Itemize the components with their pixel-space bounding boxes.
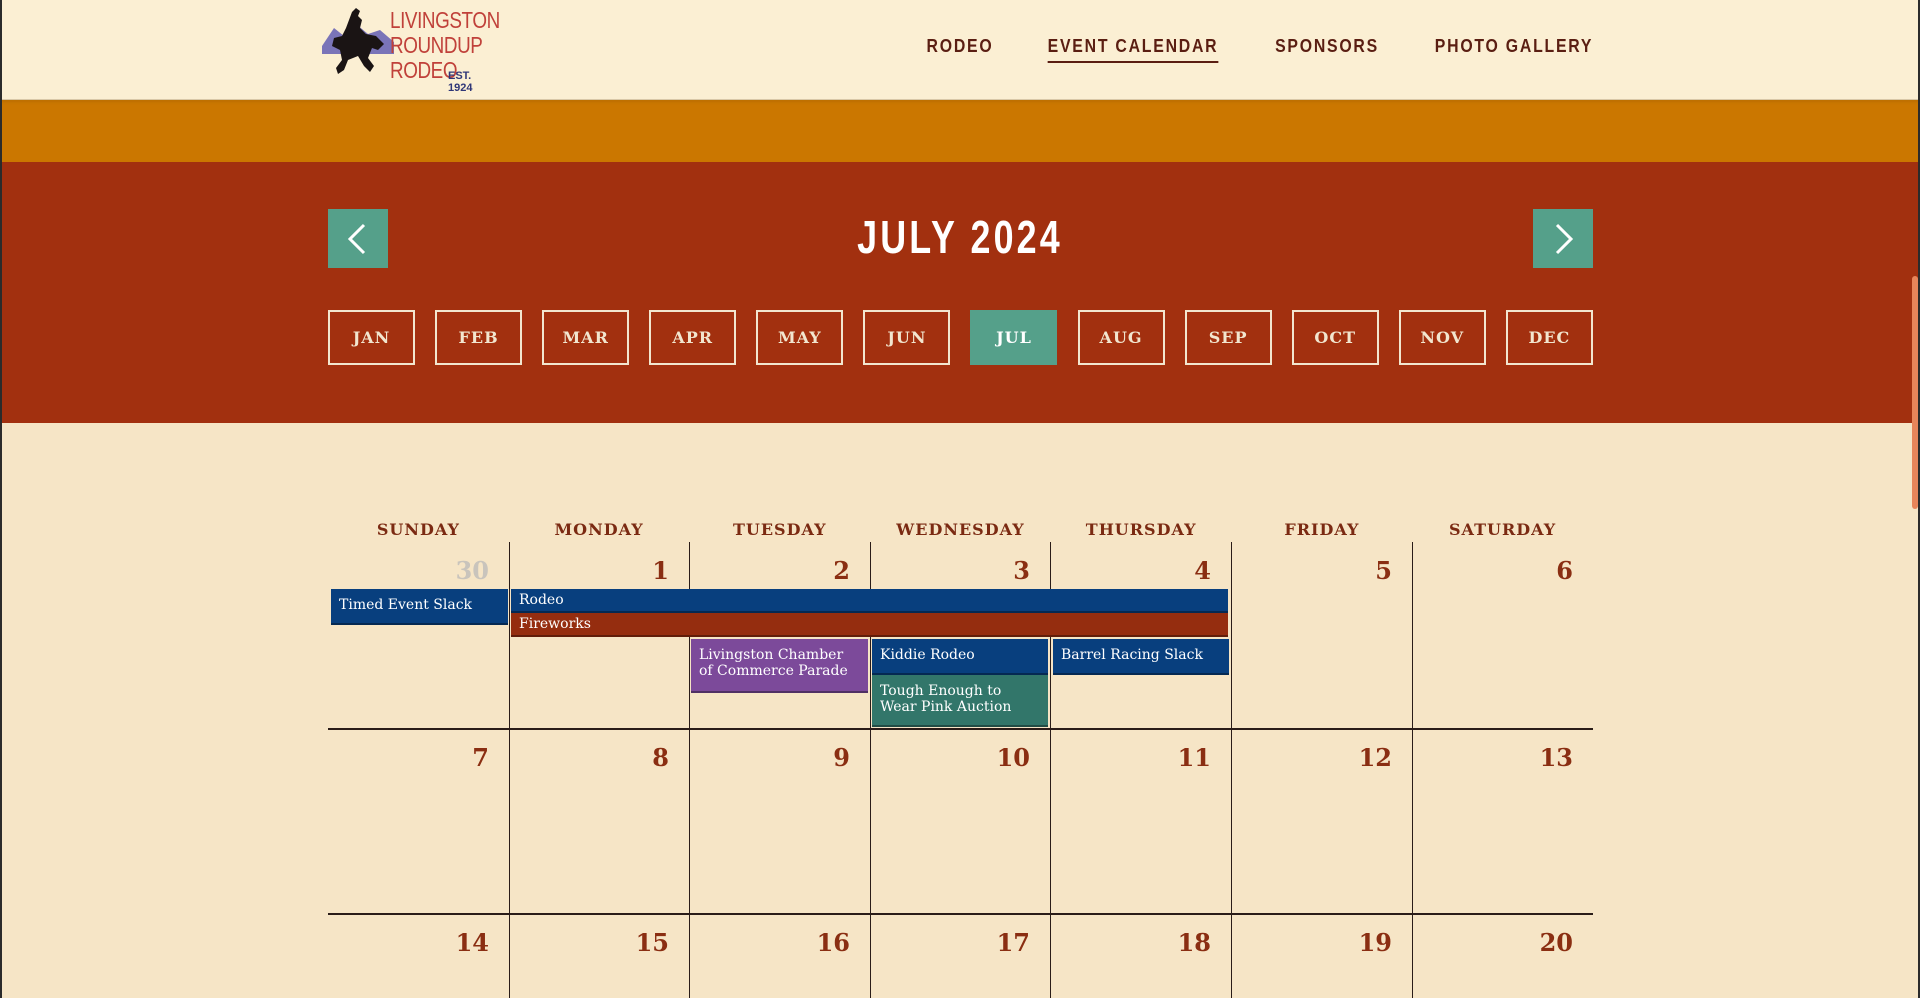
- event-timed-event-slack[interactable]: Timed Event Slack: [331, 589, 508, 625]
- day-cell[interactable]: 14: [328, 914, 509, 998]
- month-button-aug[interactable]: AUG: [1077, 310, 1165, 365]
- event-barrel-racing-slack[interactable]: Barrel Racing Slack: [1053, 639, 1229, 675]
- day-number: 7: [472, 743, 489, 772]
- month-button-jan[interactable]: JAN: [328, 310, 415, 365]
- day-number: 6: [1556, 556, 1573, 585]
- day-number: 3: [1013, 556, 1030, 585]
- day-cell[interactable]: 8: [509, 729, 689, 913]
- day-cell[interactable]: 5: [1231, 542, 1412, 728]
- nav-event-calendar[interactable]: EVENT CALENDAR: [1047, 36, 1219, 63]
- gold-banner: [0, 100, 1920, 162]
- day-cell[interactable]: 7: [328, 729, 509, 913]
- bronc-rider-icon: [322, 8, 394, 74]
- month-button-mar[interactable]: MAR: [542, 310, 630, 365]
- event-tough-enough-auction[interactable]: Tough Enough to Wear Pink Auction: [872, 675, 1048, 727]
- day-cell[interactable]: 30: [328, 542, 509, 728]
- weekday-monday: MONDAY: [554, 520, 644, 539]
- event-rodeo[interactable]: Rodeo: [511, 589, 1228, 613]
- logo-line-1: LIVINGSTON: [390, 7, 500, 33]
- month-button-sep[interactable]: SEP: [1184, 310, 1272, 365]
- day-number: 1: [652, 556, 669, 585]
- day-cell[interactable]: 10: [870, 729, 1050, 913]
- day-number: 8: [652, 743, 669, 772]
- nav-sponsors[interactable]: SPONSORS: [1275, 36, 1379, 63]
- day-cell[interactable]: 19: [1231, 914, 1412, 998]
- nav-photo-gallery[interactable]: PHOTO GALLERY: [1435, 36, 1593, 63]
- month-button-dec[interactable]: DEC: [1505, 310, 1593, 365]
- day-number: 12: [1358, 743, 1392, 772]
- chevron-right-icon: [1555, 223, 1574, 255]
- month-button-jul[interactable]: JUL: [970, 310, 1058, 365]
- logo-est: EST. 1924: [448, 70, 473, 94]
- month-selector: JAN FEB MAR APR MAY JUN JUL AUG SEP OCT …: [328, 310, 1593, 365]
- weekday-tuesday: TUESDAY: [732, 520, 827, 539]
- next-month-button[interactable]: [1533, 209, 1593, 268]
- nav-rodeo[interactable]: RODEO: [926, 36, 993, 63]
- day-number: 2: [833, 556, 850, 585]
- event-kiddie-rodeo[interactable]: Kiddie Rodeo: [872, 639, 1048, 675]
- site-header: LIVINGSTON ROUNDUP RODEO EST. 1924 RODEO…: [0, 0, 1920, 100]
- event-chamber-parade[interactable]: Livingston Chamber of Commerce Parade: [691, 639, 868, 693]
- month-button-nov[interactable]: NOV: [1398, 310, 1486, 365]
- prev-month-button[interactable]: [328, 209, 388, 268]
- day-cell[interactable]: 18: [1050, 914, 1231, 998]
- day-number: 30: [455, 556, 489, 585]
- weekday-wednesday: WEDNESDAY: [896, 520, 1025, 539]
- site-logo[interactable]: LIVINGSTON ROUNDUP RODEO EST. 1924: [322, 6, 500, 94]
- day-cell[interactable]: 13: [1412, 729, 1593, 913]
- month-button-may[interactable]: MAY: [756, 310, 844, 365]
- day-cell[interactable]: 20: [1412, 914, 1593, 998]
- weekday-header: SUNDAY MONDAY TUESDAY WEDNESDAY THURSDAY…: [328, 520, 1593, 539]
- main-nav: RODEO EVENT CALENDAR SPONSORS PHOTO GALL…: [884, 36, 1604, 63]
- month-button-oct[interactable]: OCT: [1291, 310, 1379, 365]
- event-fireworks[interactable]: Fireworks: [511, 613, 1228, 637]
- calendar-grid: SUNDAY MONDAY TUESDAY WEDNESDAY THURSDAY…: [328, 520, 1593, 998]
- day-number: 9: [833, 743, 850, 772]
- weekday-saturday: SATURDAY: [1448, 520, 1557, 539]
- calendar-header-band: [0, 162, 1920, 423]
- day-cell[interactable]: 9: [689, 729, 870, 913]
- day-number: 16: [816, 928, 850, 957]
- day-cell[interactable]: 12: [1231, 729, 1412, 913]
- month-button-apr[interactable]: APR: [649, 310, 737, 365]
- weekday-friday: FRIDAY: [1284, 520, 1360, 539]
- day-number: 5: [1375, 556, 1392, 585]
- day-cell[interactable]: 11: [1050, 729, 1231, 913]
- day-cell[interactable]: 17: [870, 914, 1050, 998]
- logo-line-2: ROUNDUP: [390, 32, 483, 58]
- day-number: 20: [1539, 928, 1573, 957]
- calendar-week-2: 7 8 9 10 11 12 13: [328, 729, 1593, 913]
- day-number: 11: [1177, 743, 1211, 772]
- month-button-feb[interactable]: FEB: [435, 310, 523, 365]
- day-cell[interactable]: 15: [509, 914, 689, 998]
- day-cell[interactable]: 16: [689, 914, 870, 998]
- day-number: 15: [635, 928, 669, 957]
- calendar-week-1: 30 1 2 3 4 5 6 Timed Event Slack Rodeo F…: [328, 542, 1593, 728]
- day-number: 14: [455, 928, 489, 957]
- day-number: 4: [1194, 556, 1211, 585]
- month-button-jun[interactable]: JUN: [863, 310, 951, 365]
- window-edge-left: [0, 0, 2, 998]
- day-number: 13: [1539, 743, 1573, 772]
- chevron-left-icon: [347, 223, 366, 255]
- day-number: 17: [996, 928, 1030, 957]
- weekday-sunday: SUNDAY: [376, 520, 460, 539]
- weekday-thursday: THURSDAY: [1085, 520, 1197, 539]
- month-title: JULY 2024: [857, 211, 1063, 263]
- day-number: 19: [1358, 928, 1392, 957]
- day-number: 10: [996, 743, 1030, 772]
- day-number: 18: [1177, 928, 1211, 957]
- day-cell[interactable]: 6: [1412, 542, 1593, 728]
- calendar-week-3: 14 15 16 17 18 19 20: [328, 914, 1593, 998]
